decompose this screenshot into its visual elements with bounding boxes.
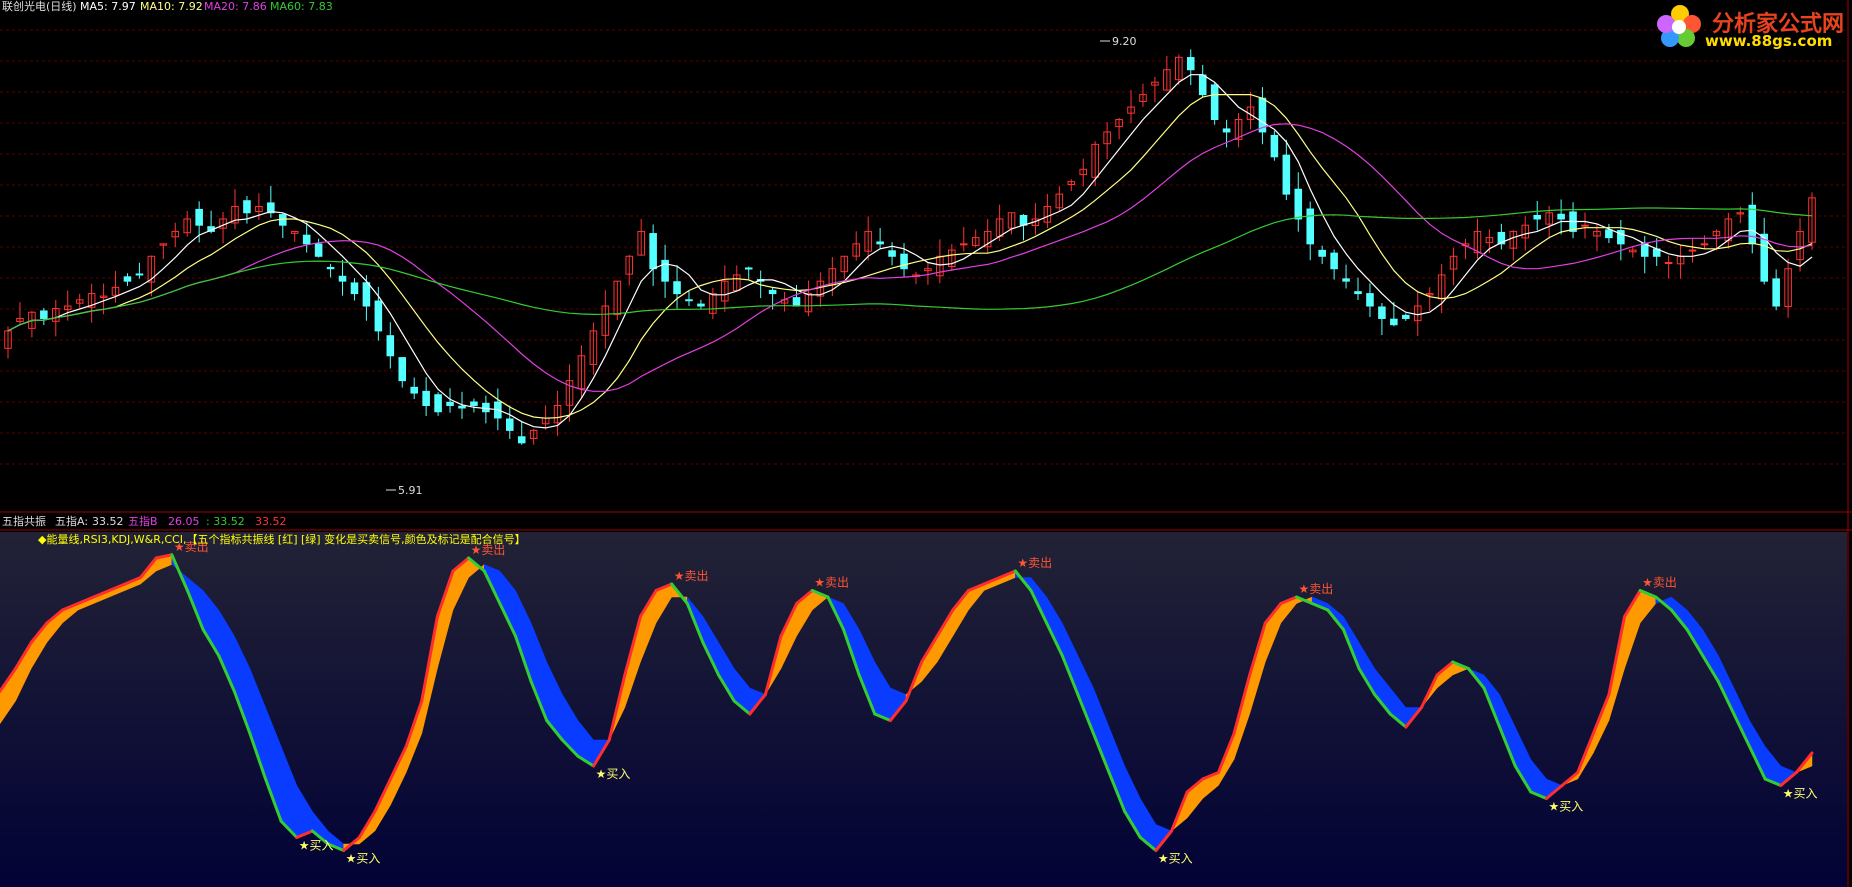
candle-body: [470, 401, 478, 407]
candle-body: [517, 436, 526, 444]
candle-body: [959, 243, 968, 246]
buy-signal: ★买入: [1158, 852, 1193, 866]
candle-body: [446, 401, 454, 407]
indicator-panel: [0, 532, 1847, 887]
candle-body: [1378, 306, 1386, 319]
candle-body: [1318, 249, 1326, 257]
candle-body: [40, 310, 48, 319]
indicator-b-value: 26.05: [168, 515, 200, 528]
candle-body: [1342, 278, 1350, 282]
candle-body: [422, 390, 430, 407]
candle-body: [685, 299, 693, 302]
candle-body: [398, 357, 407, 382]
candle-body: [195, 208, 203, 226]
candle-body: [1270, 134, 1279, 158]
indicator-b-label: 五指B: [128, 514, 158, 528]
indicator-d-value: 33.52: [255, 515, 287, 528]
candle-body: [434, 394, 442, 413]
candle-body: [1605, 229, 1613, 239]
candle-body: [792, 297, 801, 307]
candle-body: [505, 418, 514, 431]
sell-signal: ★卖出: [1299, 582, 1334, 596]
candle-body: [900, 253, 908, 270]
candle-body: [876, 241, 884, 245]
buy-signal: ★买入: [1783, 787, 1818, 801]
indicator-a-value: 33.52: [92, 515, 124, 528]
candle-body: [338, 275, 347, 282]
candle-body: [1557, 213, 1565, 220]
candle-body: [1581, 224, 1589, 227]
candle-body: [649, 233, 657, 270]
buy-signal: ★买入: [346, 852, 381, 866]
candle-body: [1354, 291, 1362, 295]
sell-signal: ★卖出: [814, 576, 849, 590]
candle-body: [243, 200, 251, 214]
candle-body: [1402, 314, 1410, 319]
low-price-label: 5.91: [398, 484, 423, 497]
candle-body: [326, 266, 335, 270]
candle-body: [1282, 154, 1291, 195]
candle-body: [673, 281, 681, 295]
watermark-logo: 分析家公式网 www.88gs.com: [1650, 0, 1852, 56]
indicator-description: ◆能量线,RSI3,KDJ,W&R,CCI,【五个指标共振线 [红] [绿] 变…: [38, 532, 526, 546]
candle-body: [1390, 318, 1398, 326]
security-title: 联创光电(日线): [2, 0, 77, 13]
candle-body: [410, 386, 418, 394]
candle-body: [1019, 215, 1028, 226]
high-price-label: 9.20: [1112, 35, 1137, 48]
candle-body: [1294, 188, 1303, 220]
ma20-label: MA20: 7.86: [204, 0, 267, 13]
sell-signal: ★卖出: [1642, 576, 1677, 590]
candle-body: [386, 335, 395, 357]
candle-body: [1664, 262, 1673, 264]
candle-body: [1700, 243, 1709, 246]
candle-body: [135, 273, 144, 276]
buy-signal: ★买入: [299, 839, 334, 853]
candle-body: [1210, 84, 1219, 120]
candle-body: [1306, 208, 1315, 245]
candle-body: [888, 250, 896, 257]
stock-chart[interactable]: ★卖出★买入★买入★卖出★买入★卖出 ★卖出★卖出★买入★卖出★买入★卖出★买入 …: [0, 0, 1852, 887]
candle-body: [1198, 74, 1207, 96]
candle-body: [1533, 214, 1542, 220]
candle-body: [123, 276, 132, 282]
candle-body: [1772, 278, 1780, 307]
ma60-label: MA60: 7.83: [270, 0, 333, 13]
candle-body: [482, 402, 490, 413]
indicator-name: 五指共振: [2, 514, 46, 528]
flower-icon: [1657, 5, 1701, 47]
sell-signal: ★卖出: [1017, 556, 1052, 570]
candle-body: [1186, 57, 1195, 71]
candle-body: [697, 303, 705, 307]
buy-signal: ★买入: [596, 767, 631, 781]
candle-body: [314, 243, 323, 257]
candle-body: [374, 300, 383, 332]
candle-body: [1688, 249, 1697, 252]
candle-body: [350, 282, 359, 295]
sell-signal: ★卖出: [674, 569, 709, 583]
ma10-label: MA10: 7.92: [140, 0, 203, 13]
candle-body: [362, 282, 371, 307]
buy-signal: ★买入: [1548, 800, 1583, 814]
candle-body: [744, 267, 753, 270]
ma5-label: MA5: 7.97: [80, 0, 136, 13]
candle-body: [1222, 128, 1231, 133]
indicator-c-value: : 33.52: [206, 515, 245, 528]
candle-body: [1330, 252, 1338, 270]
candle-body: [1748, 204, 1757, 245]
candle-body: [768, 289, 777, 295]
watermark-url: www.88gs.com: [1705, 32, 1833, 50]
indicator-a-label: 五指A:: [55, 514, 88, 528]
candle-body: [458, 405, 466, 409]
candle-body: [1366, 293, 1374, 307]
candle-body: [302, 234, 311, 245]
price-panel: [0, 0, 1852, 512]
